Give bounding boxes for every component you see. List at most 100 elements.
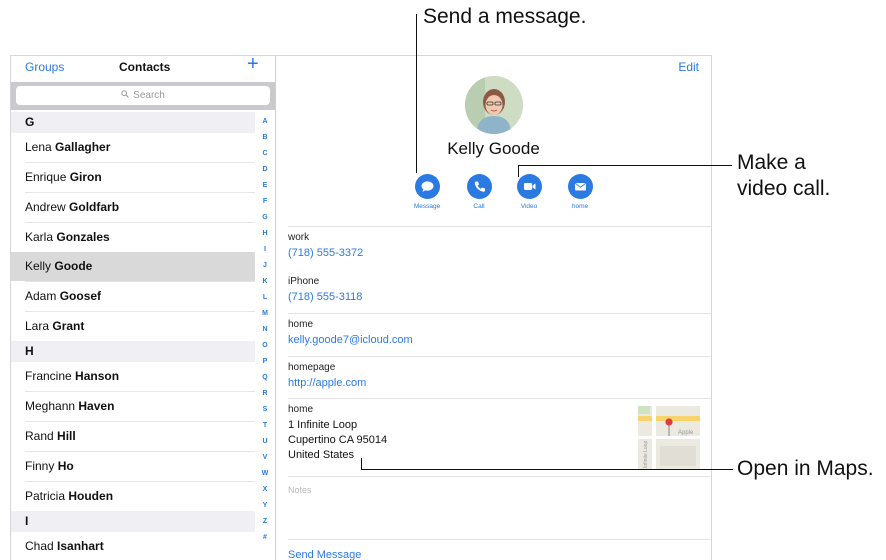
contact-row[interactable]: Kelly Goode: [11, 252, 255, 281]
contact-row[interactable]: Meghann Haven: [25, 391, 255, 421]
contact-last-name: Hanson: [75, 369, 120, 383]
callout-open-maps: Open in Maps.: [737, 457, 874, 480]
section-header-h: H: [11, 341, 255, 362]
contact-last-name: Goldfarb: [69, 200, 120, 214]
message-bubble-icon: [414, 174, 440, 199]
contact-row[interactable]: Lena Gallagher: [25, 133, 255, 162]
contact-row[interactable]: Adam Goosef: [25, 281, 255, 311]
contact-first-name: Lena: [25, 140, 52, 154]
index-letter[interactable]: D: [258, 162, 272, 178]
contacts-sidebar: Groups Contacts + Search G Lena Gallagher…: [11, 56, 276, 560]
index-letter[interactable]: E: [258, 178, 272, 194]
contact-first-name: Andrew: [25, 200, 66, 214]
video-camera-icon: [516, 174, 542, 199]
call-button[interactable]: Call: [459, 174, 499, 210]
index-letter[interactable]: U: [258, 434, 272, 450]
index-letter[interactable]: K: [258, 274, 272, 290]
index-letter[interactable]: B: [258, 130, 272, 146]
index-letter[interactable]: W: [258, 466, 272, 482]
index-letter[interactable]: I: [258, 242, 272, 258]
index-letter[interactable]: G: [258, 210, 272, 226]
index-letter[interactable]: F: [258, 194, 272, 210]
homepage-field: homepage http://apple.com: [288, 356, 711, 399]
iphone-value[interactable]: (718) 555-3118: [288, 291, 711, 303]
index-letter[interactable]: Y: [258, 498, 272, 514]
index-letter[interactable]: V: [258, 450, 272, 466]
contact-row[interactable]: Enrique Giron: [25, 162, 255, 192]
action-buttons: Message Call Video home: [276, 174, 711, 214]
contact-last-name: Isanhart: [57, 539, 104, 553]
contact-first-name: Finny: [25, 459, 55, 473]
callout-video-line1: Make a: [737, 151, 806, 174]
index-letter[interactable]: O: [258, 338, 272, 354]
index-letter[interactable]: H: [258, 226, 272, 242]
contact-first-name: Enrique: [25, 170, 67, 184]
contact-first-name: Adam: [25, 289, 57, 303]
index-letter[interactable]: A: [258, 114, 272, 130]
message-button[interactable]: Message: [407, 174, 447, 210]
contact-row[interactable]: Patricia Houden: [25, 481, 255, 511]
index-letter[interactable]: X: [258, 482, 272, 498]
video-button[interactable]: Video: [509, 174, 549, 210]
avatar: [465, 76, 523, 134]
work-phone-value[interactable]: (718) 555-3372: [288, 247, 711, 259]
contact-row[interactable]: Francine Hanson: [25, 362, 255, 391]
index-letter[interactable]: R: [258, 386, 272, 402]
edit-button[interactable]: Edit: [678, 60, 699, 74]
callout-line-send-vertical: [416, 14, 417, 173]
callout-line-video-vertical: [518, 165, 519, 177]
contact-row[interactable]: Lara Grant: [25, 311, 255, 341]
email-value[interactable]: kelly.goode7@icloud.com: [288, 334, 711, 346]
send-message-link[interactable]: Send Message: [288, 549, 361, 560]
index-letter[interactable]: #: [258, 530, 272, 546]
contact-last-name: Gonzales: [56, 230, 110, 244]
contact-last-name: Haven: [78, 399, 115, 413]
video-label: Video: [520, 203, 538, 210]
alphabet-index[interactable]: A B C D E F G H I J K L M N O P Q R S T U V W X Y Z #: [258, 114, 272, 546]
homepage-value[interactable]: http://apple.com: [288, 377, 711, 389]
mail-envelope-icon: [567, 174, 593, 199]
section-header-i: I: [11, 511, 255, 532]
index-letter[interactable]: P: [258, 354, 272, 370]
work-phone-label: work: [288, 232, 310, 243]
email-label: home: [288, 319, 314, 330]
groups-button[interactable]: Groups: [25, 60, 64, 74]
mail-label: home: [571, 203, 589, 210]
index-letter[interactable]: L: [258, 290, 272, 306]
contact-last-name: Goode: [54, 259, 93, 273]
iphone-field: iPhone (718) 555-3118: [288, 271, 711, 316]
notes-field[interactable]: Notes: [288, 476, 711, 537]
index-letter[interactable]: N: [258, 322, 272, 338]
message-label: Message: [413, 203, 441, 210]
add-contact-button[interactable]: +: [247, 56, 259, 74]
contact-row[interactable]: Karla Gonzales: [25, 222, 255, 252]
contact-first-name: Francine: [25, 369, 72, 383]
search-icon: [121, 86, 130, 105]
callout-video-call: Make a video call.: [737, 150, 830, 202]
contact-first-name: Chad: [25, 539, 54, 553]
work-phone-field: work (718) 555-3372: [288, 226, 711, 272]
index-letter[interactable]: J: [258, 258, 272, 274]
contact-row[interactable]: Finny Ho: [25, 451, 255, 481]
index-letter[interactable]: Z: [258, 514, 272, 530]
contact-row[interactable]: Chad Isanhart: [25, 532, 255, 560]
index-letter[interactable]: T: [258, 418, 272, 434]
map-thumbnail[interactable]: Apple Infinite Loop: [638, 406, 700, 470]
mail-button[interactable]: home: [560, 174, 600, 210]
index-letter[interactable]: M: [258, 306, 272, 322]
section-header-g: G: [11, 112, 255, 133]
index-letter[interactable]: C: [258, 146, 272, 162]
email-field: home kelly.goode7@icloud.com: [288, 313, 711, 357]
homepage-label: homepage: [288, 362, 336, 373]
search-bar: Search: [11, 82, 275, 110]
index-letter[interactable]: S: [258, 402, 272, 418]
notes-placeholder: Notes: [288, 485, 312, 495]
search-placeholder: Search: [133, 90, 165, 101]
contact-detail: Edit Kelly Goode Message Call Video home…: [276, 56, 711, 560]
contact-row[interactable]: Rand Hill: [25, 421, 255, 451]
search-input[interactable]: Search: [16, 86, 270, 105]
contact-last-name: Gallagher: [55, 140, 111, 154]
index-letter[interactable]: Q: [258, 370, 272, 386]
contact-row[interactable]: Andrew Goldfarb: [25, 192, 255, 222]
contact-first-name: Rand: [25, 429, 54, 443]
